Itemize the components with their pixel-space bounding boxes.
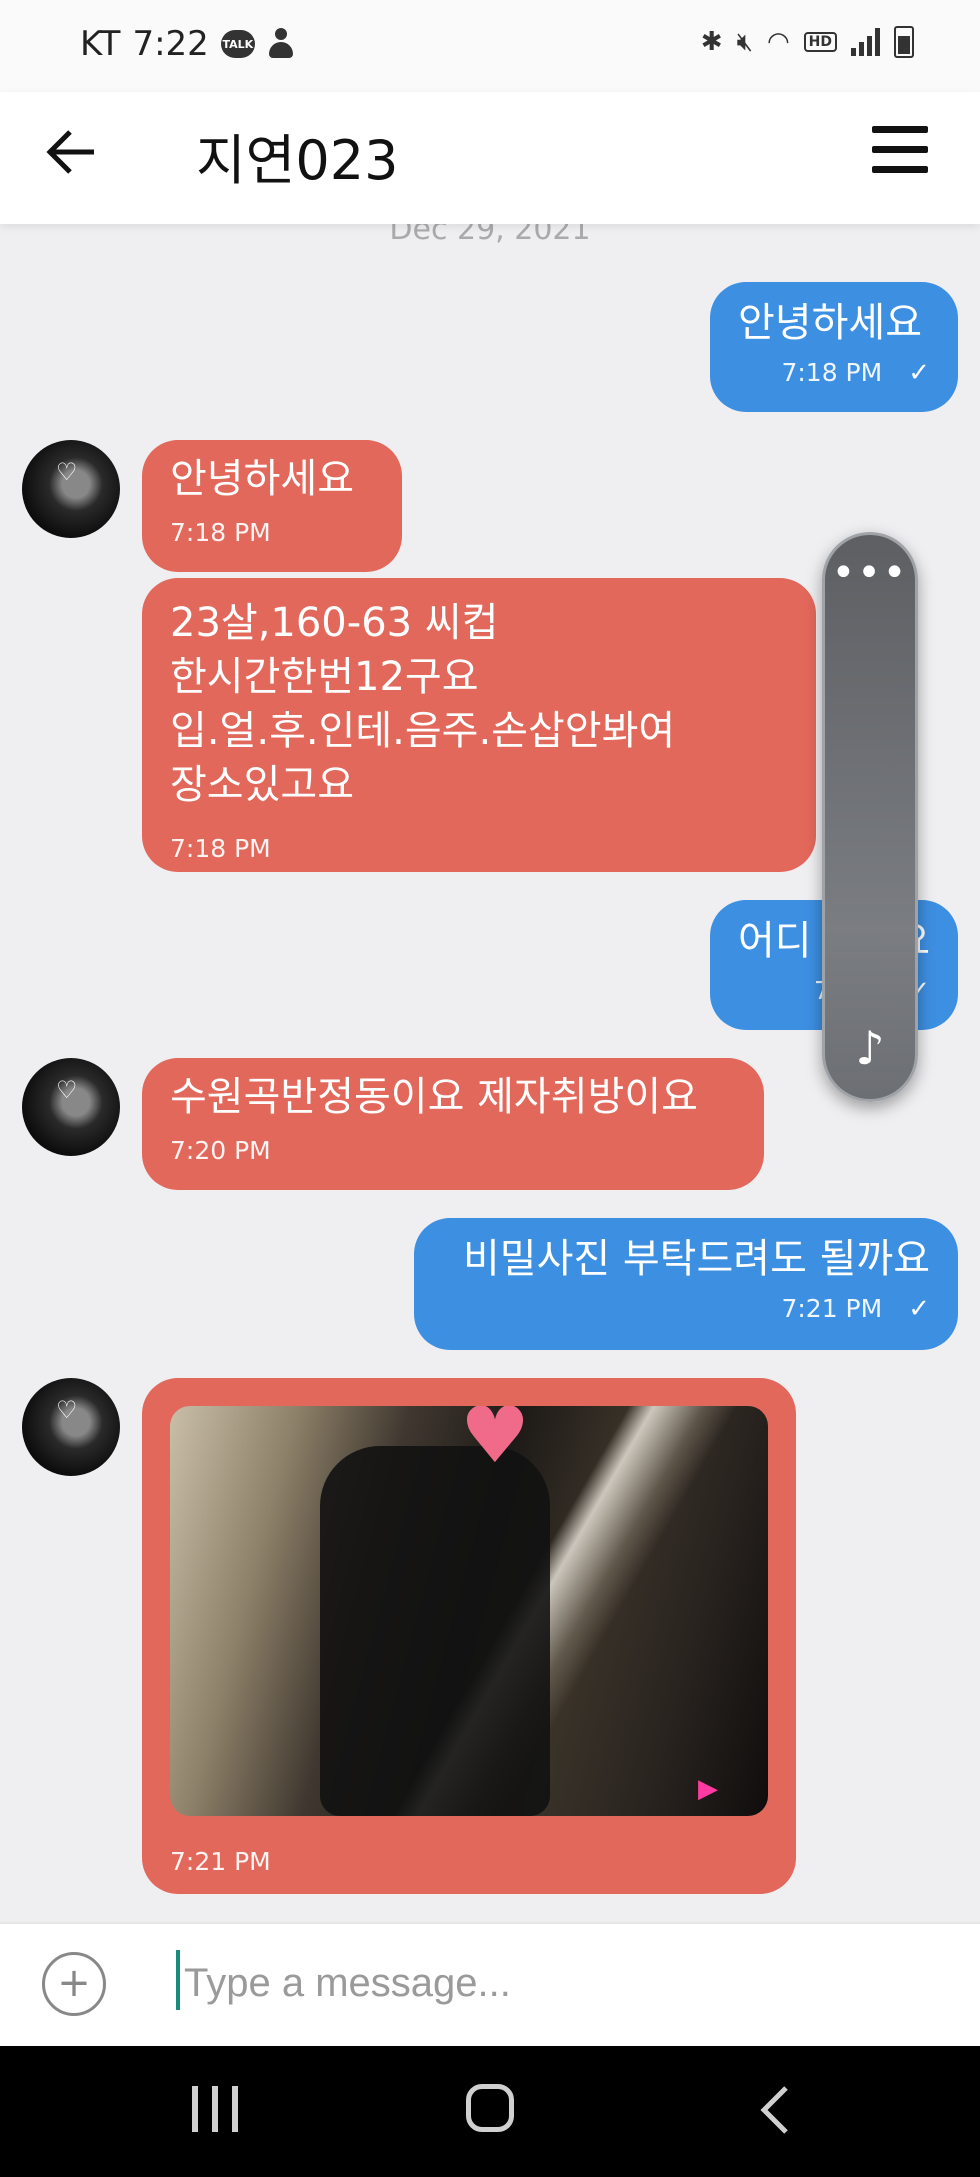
battery-icon — [894, 26, 914, 58]
message-text: 수원곡반정동이요 제자취방이요 — [170, 1074, 698, 1120]
heart-sticker-icon: ♥ — [460, 1406, 530, 1481]
floating-media-widget[interactable]: ••• ♪ — [822, 532, 918, 1102]
status-left: KT 7:22 TALK — [80, 24, 295, 64]
message-time: 7:18 PM — [170, 834, 271, 863]
message-text: 안녕하세요 — [738, 300, 922, 346]
chevron-left-icon — [760, 2086, 788, 2134]
sent-check-icon: ✓ — [908, 358, 930, 388]
hamburger-line — [872, 146, 928, 153]
message-bubble-outgoing[interactable]: 비밀사진 부탁드려도 될까요 7:21 PM ✓ — [414, 1218, 958, 1350]
message-time: 7:18 PM — [170, 518, 271, 547]
sent-check-icon: ✓ — [908, 1294, 930, 1324]
person-icon — [267, 28, 295, 60]
home-button[interactable] — [466, 2084, 514, 2132]
message-bubble-incoming-image[interactable]: ♥ ▶ 7:21 PM — [142, 1378, 796, 1894]
talk-icon: TALK — [220, 30, 255, 58]
signal-icon — [851, 28, 880, 56]
music-note-icon[interactable]: ♪ — [825, 1021, 915, 1075]
photo-figure — [320, 1446, 550, 1816]
chat-title: 지연023 — [196, 129, 399, 192]
back-button[interactable] — [42, 122, 102, 182]
message-bubble-outgoing[interactable]: 안녕하세요 7:18 PM ✓ — [710, 282, 958, 412]
status-bar: KT 7:22 TALK ✱ 🔇︎ ◠ HD — [0, 0, 980, 92]
message-time: 7:20 PM — [170, 1136, 271, 1165]
text-cursor — [176, 1950, 180, 2010]
message-bubble-incoming[interactable]: 수원곡반정동이요 제자취방이요 7:20 PM — [142, 1058, 764, 1190]
clock: 7:22 — [132, 24, 209, 64]
status-right: ✱ 🔇︎ ◠ HD — [701, 26, 914, 58]
message-photo[interactable]: ♥ ▶ — [170, 1406, 768, 1816]
bluetooth-icon: ✱ — [700, 27, 723, 57]
arrow-left-icon — [46, 130, 94, 174]
message-time: 7:21 PM — [170, 1847, 271, 1876]
message-text: 23살,160-63 씨컵 한시간한번12구요 입.얼.후.인테.음주.손삽안봐… — [170, 600, 676, 808]
message-text: 비밀사진 부탁드려도 될까요 — [462, 1236, 930, 1282]
message-time: 7:21 PM — [781, 1294, 883, 1323]
avatar[interactable] — [22, 1058, 120, 1156]
carrier-label: KT — [80, 24, 121, 64]
message-text: 안녕하세요 — [170, 456, 354, 502]
avatar[interactable] — [22, 1378, 120, 1476]
system-nav-bar — [0, 2046, 980, 2177]
message-text-start: 어디 — [738, 918, 812, 964]
play-indicator-icon: ▶ — [698, 1774, 718, 1804]
add-attachment-button[interactable]: + — [42, 1952, 106, 2016]
wifi-icon: ◠ — [766, 27, 790, 57]
menu-button[interactable] — [872, 126, 932, 178]
more-dots-icon[interactable]: ••• — [825, 553, 915, 593]
system-back-button[interactable] — [750, 2082, 800, 2138]
avatar[interactable] — [22, 440, 120, 538]
recent-apps-button[interactable] — [192, 2086, 238, 2132]
hd-icon: HD — [803, 32, 837, 52]
message-input-bar: + — [0, 1922, 980, 2048]
hamburger-menu-icon — [872, 126, 928, 133]
message-time: 7:18 PM — [781, 358, 883, 387]
message-input[interactable] — [182, 1944, 926, 2022]
message-bubble-incoming[interactable]: 안녕하세요 7:18 PM — [142, 440, 402, 572]
chat-header: 지연023 — [0, 92, 980, 224]
hamburger-line — [872, 166, 928, 173]
message-bubble-incoming[interactable]: 23살,160-63 씨컵 한시간한번12구요 입.얼.후.인테.음주.손삽안봐… — [142, 578, 816, 872]
mute-icon: 🔇︎ — [736, 26, 753, 57]
